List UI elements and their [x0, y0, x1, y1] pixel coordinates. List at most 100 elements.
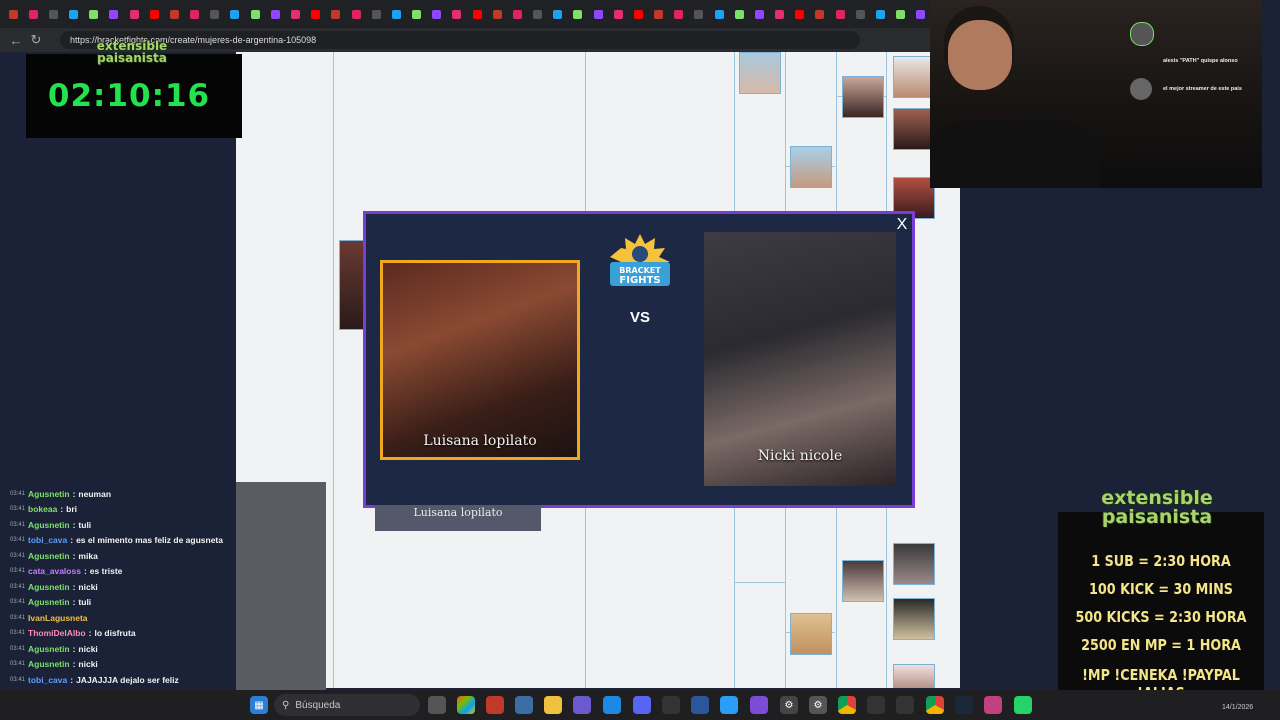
- chat-username[interactable]: bokeaa: [28, 504, 57, 514]
- browser-tab[interactable]: [105, 3, 123, 25]
- steam-icon[interactable]: [955, 696, 973, 714]
- chat-username[interactable]: IvanLagusneta: [28, 613, 88, 623]
- contestant-thumbnail[interactable]: [893, 598, 935, 640]
- capcut-icon[interactable]: [662, 696, 680, 714]
- chrome-icon[interactable]: [838, 696, 856, 714]
- browser-tab[interactable]: [508, 3, 526, 25]
- chat-username[interactable]: tobi_cava: [28, 535, 67, 545]
- discord-icon[interactable]: [633, 696, 651, 714]
- browser-tab[interactable]: [771, 3, 789, 25]
- chat-separator: :: [72, 643, 76, 654]
- browser-tab[interactable]: [670, 3, 688, 25]
- browser-tab[interactable]: [730, 3, 748, 25]
- app-icon[interactable]: [720, 696, 738, 714]
- contestant-card-left[interactable]: Luisana lopilato: [380, 260, 580, 460]
- browser-tab[interactable]: [367, 3, 385, 25]
- copilot-icon[interactable]: [457, 696, 475, 714]
- file-explorer-icon[interactable]: [544, 696, 562, 714]
- reload-icon[interactable]: ↻: [26, 30, 46, 50]
- chrome-icon[interactable]: [926, 696, 944, 714]
- app-icon[interactable]: [984, 696, 1002, 714]
- back-icon[interactable]: ←: [6, 30, 26, 50]
- browser-tab[interactable]: [226, 3, 244, 25]
- bracket-slot-label[interactable]: Luisana lopilato: [375, 505, 541, 531]
- browser-tab[interactable]: [851, 3, 869, 25]
- browser-tab[interactable]: [347, 3, 365, 25]
- url-field[interactable]: https://bracketfights.com/create/mujeres…: [60, 31, 860, 49]
- chat-username[interactable]: Agusnetin: [28, 659, 70, 669]
- browser-tab[interactable]: [65, 3, 83, 25]
- chat-username[interactable]: Agusnetin: [28, 582, 70, 592]
- browser-tab[interactable]: [428, 3, 446, 25]
- contestant-thumbnail[interactable]: [339, 240, 365, 330]
- browser-tab[interactable]: [811, 3, 829, 25]
- browser-tab[interactable]: [569, 3, 587, 25]
- store-icon[interactable]: [515, 696, 533, 714]
- browser-tab[interactable]: [286, 3, 304, 25]
- browser-tab[interactable]: [750, 3, 768, 25]
- edge-icon[interactable]: [603, 696, 621, 714]
- contestant-thumbnail[interactable]: [893, 543, 935, 585]
- contestant-thumbnail[interactable]: [893, 108, 935, 150]
- opera-icon[interactable]: [486, 696, 504, 714]
- browser-tab[interactable]: [125, 3, 143, 25]
- contestant-thumbnail[interactable]: [790, 613, 832, 655]
- chat-username[interactable]: ThomiDelAlbo: [28, 628, 86, 638]
- browser-tab[interactable]: [468, 3, 486, 25]
- contestant-thumbnail[interactable]: [842, 76, 884, 118]
- windows-start-icon[interactable]: ▦: [250, 696, 268, 714]
- settings-icon[interactable]: ⚙: [809, 696, 827, 714]
- browser-tab[interactable]: [892, 3, 910, 25]
- chat-username[interactable]: Agusnetin: [28, 551, 70, 561]
- browser-tab[interactable]: [650, 3, 668, 25]
- contestant-thumbnail[interactable]: [842, 560, 884, 602]
- word-icon[interactable]: [691, 696, 709, 714]
- browser-tab[interactable]: [206, 3, 224, 25]
- browser-tab[interactable]: [145, 3, 163, 25]
- browser-tab[interactable]: [690, 3, 708, 25]
- contestant-card-right[interactable]: Nicki nicole: [704, 232, 896, 486]
- chat-username[interactable]: Agusnetin: [28, 597, 70, 607]
- terminal-icon[interactable]: [896, 696, 914, 714]
- browser-tab[interactable]: [609, 3, 627, 25]
- browser-tab[interactable]: [528, 3, 546, 25]
- task-view-icon[interactable]: [428, 696, 446, 714]
- taskbar-search[interactable]: ⚲ Búsqueda: [274, 694, 420, 716]
- browser-tab[interactable]: [710, 3, 728, 25]
- contestant-thumbnail[interactable]: [893, 56, 935, 98]
- browser-tab[interactable]: [44, 3, 62, 25]
- browser-tab[interactable]: [629, 3, 647, 25]
- browser-tab[interactable]: [266, 3, 284, 25]
- browser-tab[interactable]: [791, 3, 809, 25]
- browser-tab[interactable]: [871, 3, 889, 25]
- browser-tab[interactable]: [831, 3, 849, 25]
- whatsapp-icon[interactable]: [1014, 696, 1032, 714]
- browser-tab[interactable]: [186, 3, 204, 25]
- chat-username[interactable]: Agusnetin: [28, 644, 70, 654]
- browser-tab[interactable]: [85, 3, 103, 25]
- browser-tab[interactable]: [488, 3, 506, 25]
- browser-tab[interactable]: [589, 3, 607, 25]
- chat-username[interactable]: Agusnetin: [28, 489, 70, 499]
- browser-tab[interactable]: [307, 3, 325, 25]
- browser-tab[interactable]: [165, 3, 183, 25]
- browser-tab[interactable]: [24, 3, 42, 25]
- app-icon[interactable]: [750, 696, 768, 714]
- contestant-thumbnail[interactable]: [790, 146, 832, 188]
- browser-tab[interactable]: [549, 3, 567, 25]
- pen-icon[interactable]: [573, 696, 591, 714]
- chat-username[interactable]: tobi_cava: [28, 675, 67, 685]
- browser-tab[interactable]: [407, 3, 425, 25]
- gear-icon[interactable]: ⚙: [780, 696, 798, 714]
- obs-icon[interactable]: [867, 696, 885, 714]
- browser-tab[interactable]: [448, 3, 466, 25]
- contestant-thumbnail[interactable]: [739, 52, 781, 94]
- browser-tab[interactable]: [327, 3, 345, 25]
- browser-tab[interactable]: [387, 3, 405, 25]
- contestant-thumbnail[interactable]: [893, 664, 935, 688]
- browser-tab[interactable]: [246, 3, 264, 25]
- browser-tab[interactable]: [912, 3, 930, 25]
- chat-username[interactable]: cata_avaloss: [28, 566, 81, 576]
- chat-username[interactable]: Agusnetin: [28, 520, 70, 530]
- browser-tab[interactable]: [4, 3, 22, 25]
